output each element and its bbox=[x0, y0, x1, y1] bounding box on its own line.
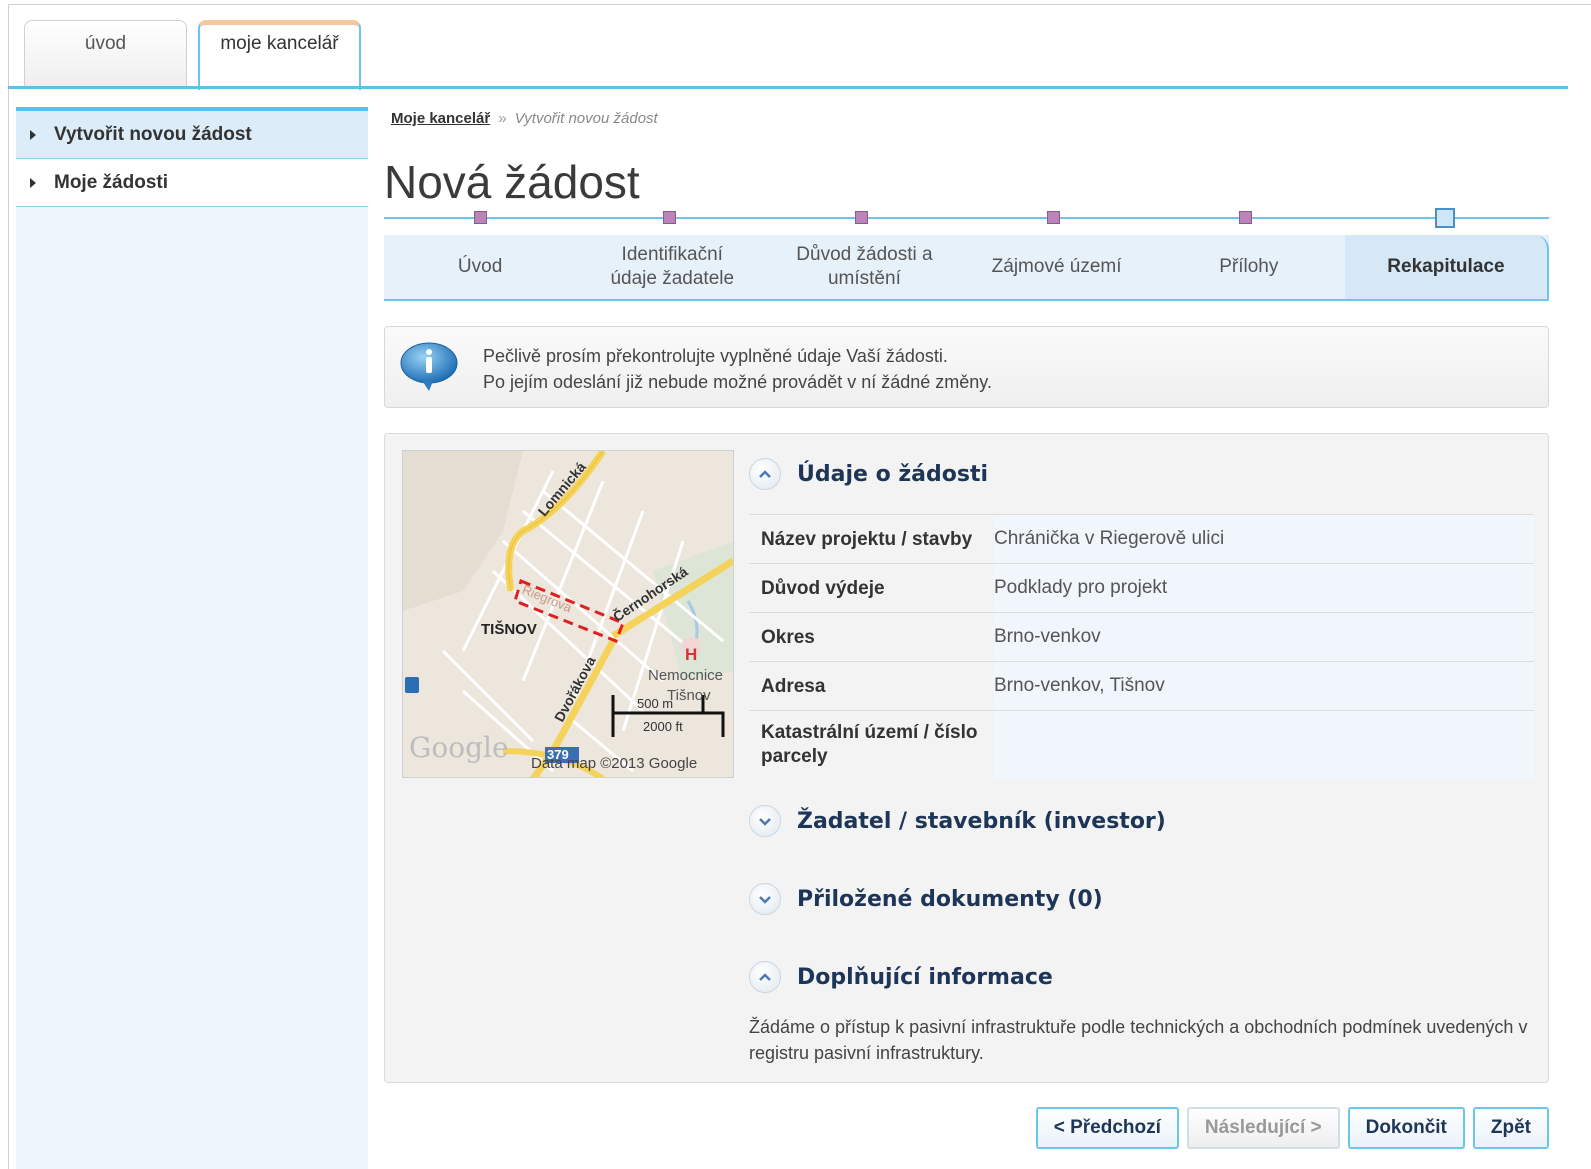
detail-value: Brno-venkov, Tišnov bbox=[994, 662, 1534, 710]
map-town-label: TIŠNOV bbox=[481, 621, 537, 638]
detail-key: Adresa bbox=[761, 676, 826, 697]
section-header-extra[interactable]: Doplňující informace bbox=[749, 961, 1053, 993]
section-title: Přiložené dokumenty (0) bbox=[797, 886, 1103, 912]
sidebar-item-my-requests[interactable]: Moje žádosti bbox=[16, 159, 368, 207]
previous-button[interactable]: < Předchozí bbox=[1035, 1107, 1179, 1149]
hospital-icon: H bbox=[685, 645, 698, 664]
step-marker bbox=[663, 211, 676, 224]
step-marker bbox=[1047, 211, 1060, 224]
step-label: Důvod žádosti a bbox=[796, 244, 933, 265]
step-label: Zájmové území bbox=[991, 256, 1122, 277]
breadcrumb-root-link[interactable]: Moje kancelář bbox=[391, 110, 490, 127]
finish-button[interactable]: Dokončit bbox=[1347, 1107, 1465, 1149]
section-header-request[interactable]: Údaje o žádosti bbox=[749, 458, 988, 490]
detail-value: Chránička v Riegerově ulici bbox=[994, 515, 1534, 563]
section-title: Doplňující informace bbox=[797, 964, 1053, 990]
table-row: Adresa Brno-venkov, Tišnov bbox=[749, 661, 1534, 710]
table-row: Okres Brno-venkov bbox=[749, 612, 1534, 661]
step-label: údaje žadatele bbox=[610, 268, 735, 289]
sidebar-item-label: Moje žádosti bbox=[54, 171, 169, 193]
sidebar: Vytvořit novou žádost Moje žádosti bbox=[16, 107, 368, 1169]
step-identifikacni-udaje[interactable]: Identifikační údaje žadatele bbox=[576, 235, 768, 299]
tab-moje-kancelar[interactable]: moje kancelář bbox=[198, 20, 361, 90]
breadcrumb: Moje kancelář » Vytvořit novou žádost bbox=[391, 110, 658, 127]
detail-value bbox=[994, 711, 1534, 780]
tab-uvod[interactable]: úvod bbox=[24, 20, 187, 88]
wizard-steps: Úvod Identifikační údaje žadatele Důvod ž… bbox=[384, 235, 1549, 301]
step-zajmove-uzemi[interactable]: Zájmové území bbox=[961, 235, 1153, 299]
sidebar-item-new-request[interactable]: Vytvořit novou žádost bbox=[16, 111, 368, 159]
map-copyright: Data map ©2013 Google bbox=[531, 755, 698, 772]
step-duvod-zadosti[interactable]: Důvod žádosti a umístění bbox=[768, 235, 960, 299]
step-marker-current bbox=[1435, 208, 1455, 228]
table-row: Důvod výdeje Podklady pro projekt bbox=[749, 563, 1534, 612]
step-uvod[interactable]: Úvod bbox=[384, 235, 576, 299]
request-details-table: Název projektu / stavby Chránička v Rieg… bbox=[749, 514, 1534, 780]
detail-value: Brno-venkov bbox=[994, 613, 1534, 661]
breadcrumb-separator: » bbox=[498, 110, 507, 127]
section-header-attachments[interactable]: Přiložené dokumenty (0) bbox=[749, 883, 1103, 915]
extra-info-text: Žádáme o přístup k pasivní infrastruktuř… bbox=[749, 1017, 1528, 1063]
page-title: Nová žádost bbox=[384, 156, 640, 208]
wizard-buttons: < Předchozí Následující > Dokončit Zpět bbox=[1035, 1107, 1549, 1149]
step-marker bbox=[474, 211, 487, 224]
info-icon bbox=[400, 342, 458, 391]
next-button[interactable]: Následující > bbox=[1186, 1107, 1340, 1149]
summary-panel: Lomnická Riegrova Černohorská Dvořákova … bbox=[384, 433, 1549, 1083]
step-prilohy[interactable]: Přílohy bbox=[1153, 235, 1345, 299]
info-line: Po jejím odeslání již nebude možné prová… bbox=[483, 372, 992, 392]
section-title: Údaje o žádosti bbox=[797, 461, 989, 487]
section-title: Žadatel / stavebník (investor) bbox=[797, 808, 1166, 834]
map-poi-label: Nemocnice bbox=[648, 667, 724, 684]
chevron-down-icon bbox=[749, 805, 781, 837]
map-poi-label: Tišnov bbox=[667, 687, 711, 704]
tabs-baseline bbox=[8, 86, 1568, 89]
step-marker bbox=[1239, 211, 1252, 224]
map-scale-ft: 2000 ft bbox=[643, 719, 683, 734]
chevron-down-icon bbox=[749, 883, 781, 915]
map-thumbnail[interactable]: Lomnická Riegrova Černohorská Dvořákova … bbox=[402, 450, 734, 778]
detail-key: Okres bbox=[761, 627, 815, 648]
step-label: Úvod bbox=[457, 256, 503, 277]
detail-value: Podklady pro projekt bbox=[994, 564, 1534, 612]
step-rekapitulace[interactable]: Rekapitulace bbox=[1344, 235, 1549, 299]
step-label: Rekapitulace bbox=[1387, 256, 1505, 277]
detail-key: Název projektu / stavby bbox=[761, 529, 973, 550]
breadcrumb-current: Vytvořit novou žádost bbox=[514, 110, 658, 127]
arrow-right-icon bbox=[30, 177, 36, 188]
detail-key: Důvod výdeje bbox=[761, 578, 885, 599]
table-row: Katastrální území / číslo parcely bbox=[749, 710, 1534, 780]
step-marker bbox=[855, 211, 868, 224]
table-row: Název projektu / stavby Chránička v Rieg… bbox=[749, 514, 1534, 563]
chevron-up-icon bbox=[749, 458, 781, 490]
steps-progress-line bbox=[384, 217, 1549, 219]
arrow-right-icon bbox=[30, 129, 36, 140]
section-header-applicant[interactable]: Žadatel / stavebník (investor) bbox=[749, 805, 1166, 837]
map-scale-m: 500 m bbox=[637, 696, 674, 711]
google-logo: Google bbox=[409, 731, 509, 764]
chevron-up-icon bbox=[749, 961, 781, 993]
info-line: Pečlivě prosím překontrolujte vyplněné ú… bbox=[483, 346, 948, 366]
step-label: umístění bbox=[827, 268, 901, 289]
step-label: Přílohy bbox=[1219, 256, 1279, 277]
sidebar-item-label: Vytvořit novou žádost bbox=[54, 123, 252, 145]
info-message: Pečlivě prosím překontrolujte vyplněné ú… bbox=[384, 326, 1549, 408]
detail-key: Katastrální území / číslo parcely bbox=[761, 722, 978, 767]
step-label: Identifikační bbox=[621, 244, 723, 265]
back-button[interactable]: Zpět bbox=[1472, 1107, 1549, 1149]
top-tabs: úvod moje kancelář bbox=[8, 20, 1584, 90]
